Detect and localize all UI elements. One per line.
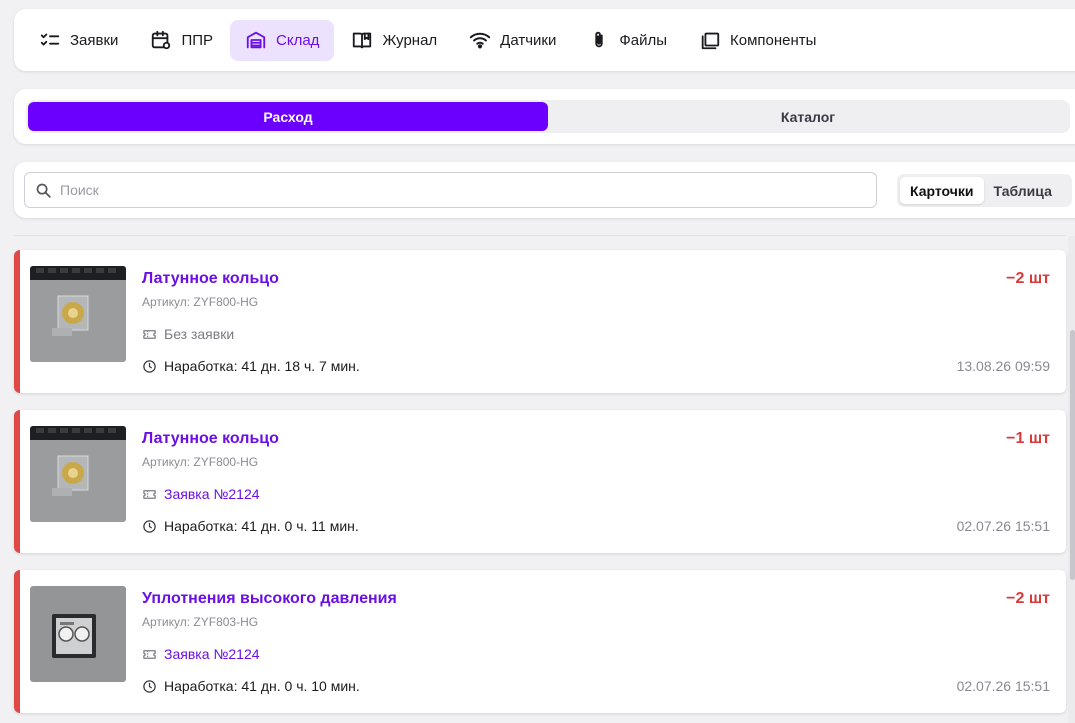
clock-icon [143, 519, 156, 533]
paperclip-icon [595, 31, 604, 48]
item-photo [30, 586, 126, 682]
runtime-label: Наработка: 41 дн. 18 ч. 7 мин. [164, 358, 360, 374]
search-panel: Карточки Таблица [14, 162, 1075, 218]
ticket-link[interactable]: Заявка №2124 [142, 486, 260, 502]
ticket-icon [143, 649, 156, 659]
checklist-icon [40, 33, 60, 46]
item-article: Артикул: ZYF800-HG [142, 455, 259, 469]
nav-item-label: Склад [276, 31, 320, 49]
view-table-button[interactable]: Таблица [984, 177, 1062, 204]
runtime-info: Наработка: 41 дн. 0 ч. 10 мин. [142, 678, 360, 694]
nav-item-label: Компоненты [730, 31, 817, 49]
ticket-icon [143, 489, 156, 499]
calendar-icon [152, 30, 171, 50]
nav-item-requests[interactable]: Заявки [24, 20, 133, 61]
item-title[interactable]: Латунное кольцо [142, 430, 279, 448]
quantity-badge: −1 шт [1006, 430, 1050, 447]
warehouse-icon [246, 31, 266, 49]
item-title[interactable]: Латунное кольцо [142, 270, 279, 288]
timestamp: 02.07.26 15:51 [956, 518, 1050, 534]
tab-consumption[interactable]: Расход [28, 102, 548, 131]
mode-segmented-control: Расход Каталог [26, 100, 1070, 133]
ticket-info: Без заявки [142, 326, 234, 342]
nav-item-label: Файлы [619, 31, 668, 49]
clock-icon [143, 359, 156, 373]
search-box [24, 172, 877, 208]
main-nav: Заявки ППР Склад Журнал Датчики Файлы Ко… [14, 9, 1075, 71]
folders-icon [701, 32, 720, 50]
scrollbar-thumb[interactable] [1070, 330, 1075, 580]
ticket-label[interactable]: Заявка №2124 [164, 646, 260, 662]
item-article: Артикул: ZYF803-HG [142, 615, 259, 629]
nav-item-warehouse[interactable]: Склад [230, 19, 335, 61]
item-title[interactable]: Уплотнения высокого давления [142, 590, 397, 608]
timestamp: 02.07.26 15:51 [956, 678, 1050, 694]
nav-item-sensors[interactable]: Датчики [454, 20, 571, 61]
nav-item-files[interactable]: Файлы [573, 20, 682, 61]
consumption-card[interactable]: Латунное кольцо Артикул: ZYF800-HG Заявк… [14, 410, 1066, 553]
nav-item-label: Журнал [382, 31, 438, 49]
mode-panel: Расход Каталог [14, 89, 1075, 144]
wifi-icon [469, 32, 491, 49]
quantity-badge: −2 шт [1006, 590, 1050, 607]
clock-icon [143, 679, 156, 693]
item-photo [30, 266, 126, 362]
runtime-label: Наработка: 41 дн. 0 ч. 10 мин. [164, 678, 360, 694]
nav-item-label: Заявки [70, 31, 119, 49]
runtime-label: Наработка: 41 дн. 0 ч. 11 мин. [164, 518, 359, 534]
ticket-label: Без заявки [164, 326, 235, 342]
ticket-label[interactable]: Заявка №2124 [164, 486, 260, 502]
view-toggle: Карточки Таблица [897, 174, 1072, 207]
view-cards-button[interactable]: Карточки [900, 177, 984, 204]
ticket-icon [143, 329, 156, 339]
quantity-badge: −2 шт [1006, 270, 1050, 287]
runtime-info: Наработка: 41 дн. 0 ч. 11 мин. [142, 518, 359, 534]
nav-item-components[interactable]: Компоненты [684, 20, 831, 61]
nav-item-label: ППР [181, 31, 214, 49]
ticket-link[interactable]: Заявка №2124 [142, 646, 260, 662]
book-icon [353, 32, 372, 49]
nav-item-ppr[interactable]: ППР [135, 20, 228, 61]
item-article: Артикул: ZYF800-HG [142, 295, 259, 309]
tab-catalog[interactable]: Каталог [548, 102, 1068, 131]
search-icon [36, 183, 51, 198]
consumption-card[interactable]: Уплотнения высокого давления Артикул: ZY… [14, 570, 1066, 713]
divider [14, 235, 1066, 236]
item-photo [30, 426, 126, 522]
nav-item-journal[interactable]: Журнал [336, 20, 452, 61]
consumption-card[interactable]: Латунное кольцо Артикул: ZYF800-HG Без з… [14, 250, 1066, 393]
runtime-info: Наработка: 41 дн. 18 ч. 7 мин. [142, 358, 360, 374]
timestamp: 13.08.26 09:59 [956, 358, 1050, 374]
nav-item-label: Датчики [500, 31, 557, 49]
search-input[interactable] [60, 182, 840, 198]
